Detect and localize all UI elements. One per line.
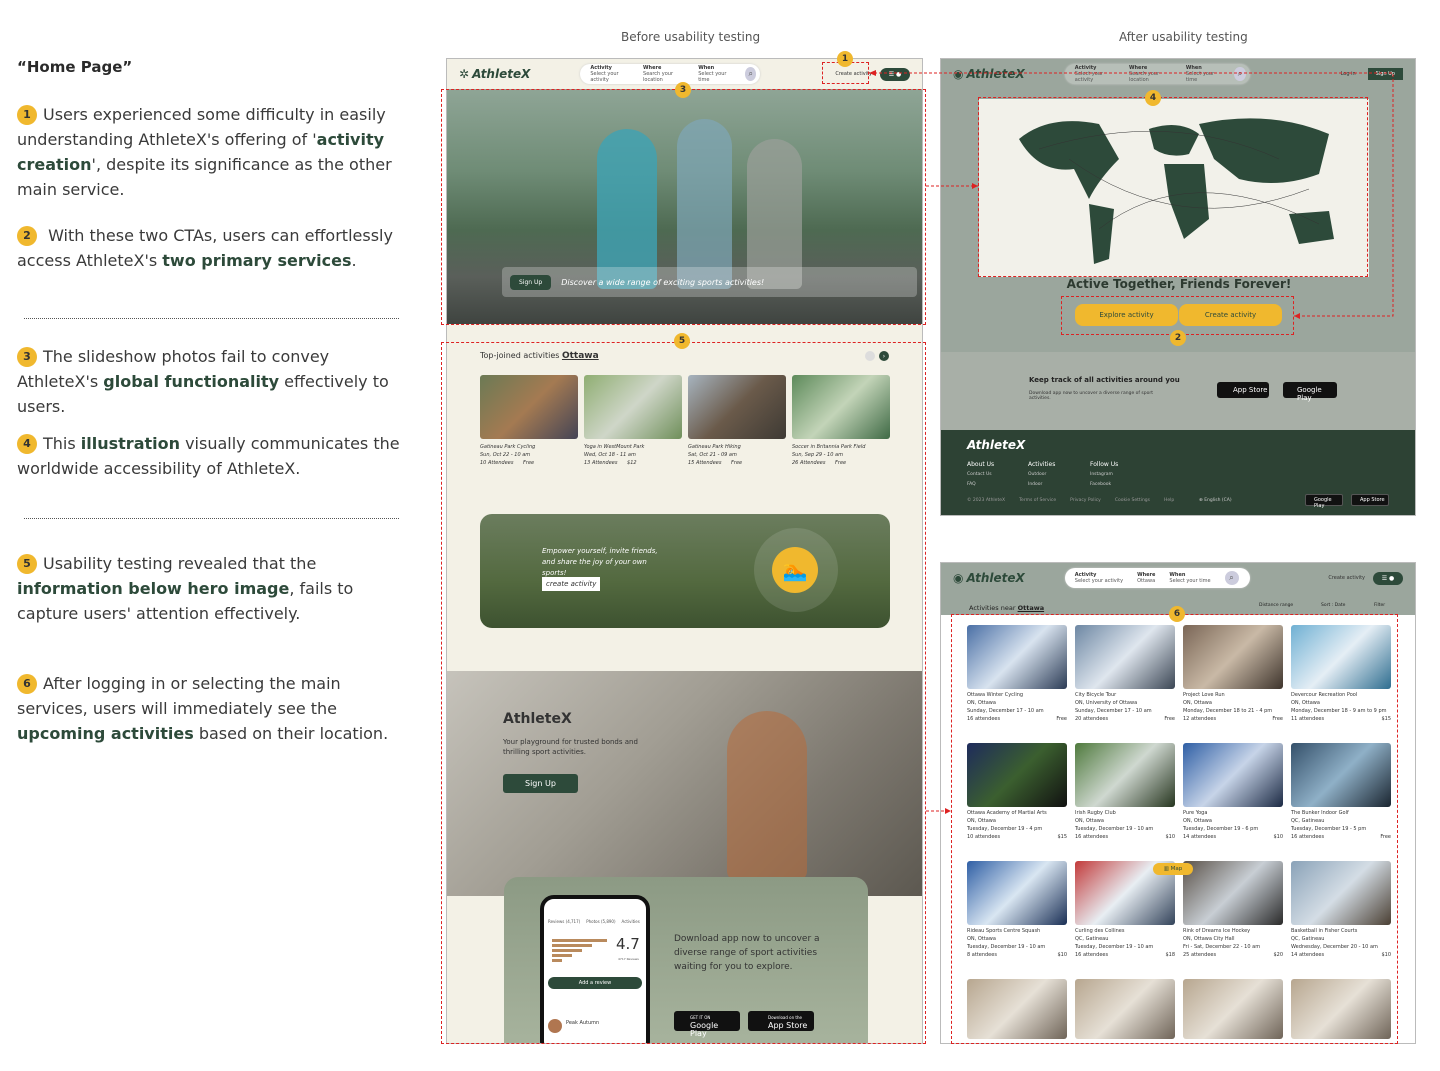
badge-1: 1: [837, 51, 853, 67]
when-field[interactable]: When Select your time: [1169, 572, 1210, 584]
header-before: Before usability testing: [621, 30, 761, 44]
signup-button[interactable]: Sign Up: [1367, 68, 1403, 80]
menu-button[interactable]: ☰ ●: [1373, 571, 1403, 585]
activity-field[interactable]: Activity Select your activity: [590, 65, 629, 83]
menu-button[interactable]: ☰ ●: [880, 67, 910, 81]
navbar: ◉ AthleteX Activity Select your activity W…: [941, 563, 1415, 593]
logo[interactable]: ◉ AthleteX: [953, 571, 1025, 585]
where-field[interactable]: Where Search your location: [643, 65, 684, 83]
create-activity-link[interactable]: Create activity: [1328, 575, 1365, 581]
filter-button[interactable]: Filter: [1374, 603, 1385, 608]
activity-field[interactable]: Activity Select your activity: [1075, 572, 1123, 584]
footer-legal: © 2023 AthleteX Terms of Service Privacy P…: [967, 498, 1175, 503]
keep-track-title: Keep track of all activities around you: [1029, 376, 1180, 384]
badge-3: 3: [675, 82, 691, 98]
sort-dropdown[interactable]: Sort : Date: [1321, 603, 1345, 608]
menu-icon: ☰ ●: [1381, 574, 1395, 582]
app-store-button[interactable]: App Store: [1217, 382, 1269, 398]
logo[interactable]: ✲ AthleteX: [459, 67, 530, 81]
divider: [24, 318, 399, 319]
logo[interactable]: ◉ AthleteX: [953, 67, 1025, 81]
annotation-box-4: [978, 97, 1368, 277]
cookie-link[interactable]: Cookie Settings: [1115, 498, 1150, 503]
badge-5: 5: [674, 333, 690, 349]
annotation-box-5: [441, 342, 926, 1044]
divider: [24, 518, 399, 519]
logo-icon: ✲: [459, 67, 470, 81]
search-icon[interactable]: ⌕: [1234, 67, 1246, 81]
footer: AthleteX About Us Contact Us FAQ Activitie…: [941, 430, 1415, 515]
notes-title: “Home Page”: [17, 58, 133, 76]
search-bar[interactable]: Activity Select your activity Where Search…: [1064, 64, 1250, 84]
terms-link[interactable]: Terms of Service: [1019, 498, 1056, 503]
where-field[interactable]: Where Ottawa: [1137, 572, 1155, 584]
activities-near-title: Activities near Ottawa: [969, 604, 1045, 612]
footer-logo: AthleteX: [967, 438, 1026, 452]
search-bar[interactable]: Activity Select your activity Where Search…: [580, 64, 761, 84]
login-link[interactable]: Log in: [1341, 71, 1356, 77]
badge-2: 2: [1170, 330, 1186, 346]
search-icon[interactable]: ⌕: [745, 67, 757, 81]
footer-col-follow: Follow Us Instagram Facebook: [1090, 461, 1119, 487]
google-play-button[interactable]: Google Play: [1283, 382, 1337, 402]
menu-icon: ☰ ●: [888, 70, 902, 78]
search-icon[interactable]: ⌕: [1224, 571, 1239, 585]
globe-icon: ⊕: [1199, 498, 1203, 503]
when-field[interactable]: When Select your time: [698, 65, 731, 83]
when-field[interactable]: When Select your time: [1186, 65, 1220, 83]
keep-track-section: Keep track of all activities around you …: [941, 352, 1415, 430]
search-bar[interactable]: Activity Select your activity Where Ottawa…: [1064, 568, 1250, 588]
footer-col-about: About Us Contact Us FAQ: [967, 461, 995, 487]
logo-icon: ◉: [953, 571, 964, 585]
tagline: Active Together, Friends Forever!: [1066, 277, 1292, 291]
notes-panel: “Home Page”: [17, 58, 402, 98]
activity-field[interactable]: Activity Select your activity: [1075, 65, 1115, 83]
privacy-link[interactable]: Privacy Policy: [1070, 498, 1101, 503]
logo-icon: ◉: [953, 67, 964, 81]
footer-col-activities: Activities Outdoor Indoor: [1028, 461, 1056, 487]
language-select[interactable]: ⊕ English (CA): [1199, 498, 1232, 503]
keep-track-sub: Download app now to uncover a diverse ra…: [1029, 391, 1153, 401]
app-store-button[interactable]: App Store: [1351, 494, 1389, 506]
distance-range-button[interactable]: Distance range: [1259, 603, 1293, 608]
header-after: After usability testing: [1119, 30, 1248, 44]
annotation-box-3: [441, 89, 926, 325]
navbar: ◉ AthleteX Activity Select your activity W…: [941, 59, 1415, 89]
help-link[interactable]: Help: [1164, 498, 1174, 503]
where-field[interactable]: Where Search your location: [1129, 65, 1172, 83]
badge-6: 6: [1169, 606, 1185, 622]
google-play-button[interactable]: Google Play: [1305, 494, 1343, 509]
annotation-box-6: [951, 614, 1398, 1044]
badge-4: 4: [1145, 90, 1161, 106]
